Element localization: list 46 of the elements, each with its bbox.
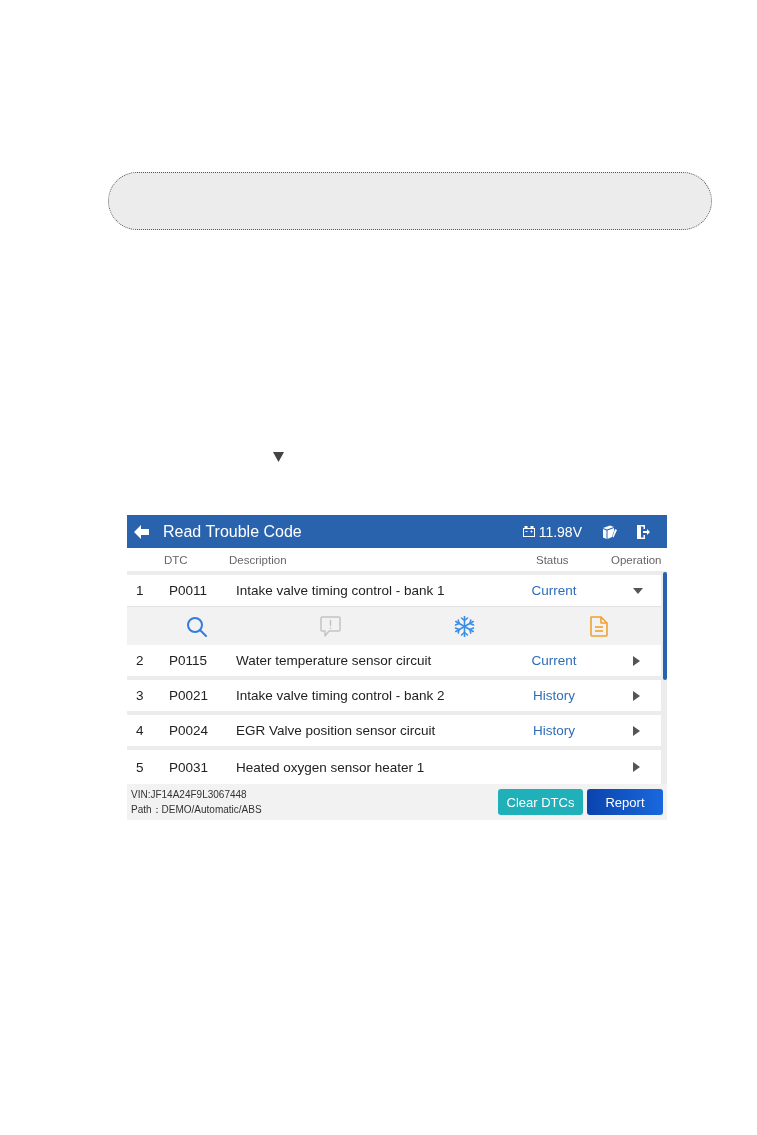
column-header: DTC (164, 553, 189, 566)
dtc-code: P0115 (169, 653, 209, 668)
snowflake-icon[interactable] (453, 615, 475, 637)
column-header: Description (229, 553, 288, 566)
table-row[interactable]: 5 P0031 Heated oxygen sensor heater 1 (127, 750, 661, 784)
scrollbar-thumb[interactable] (663, 572, 667, 680)
path-text: Path：DEMO/Automatic/ABS (131, 803, 262, 817)
table-row[interactable]: 4 P0024 EGR Valve position sensor circuit History (127, 715, 661, 746)
dtc-code: P0031 (169, 759, 210, 775)
voltage-reading: 11.98V (538, 523, 582, 540)
caret-down-icon[interactable] (633, 587, 643, 594)
column-header: Operation (611, 553, 663, 566)
description-text: Heated oxygen sensor heater 1 (236, 759, 426, 775)
dtc-code: P0024 (169, 723, 210, 738)
back-arrow-icon[interactable] (134, 524, 149, 539)
status-text: Current (531, 583, 577, 598)
exit-icon[interactable] (636, 524, 650, 539)
dtc-code: P0021 (169, 688, 210, 703)
screen-title: Read Trouble Code (163, 522, 302, 541)
table-row[interactable]: 2 P0115 Water temperature sensor circuit Current (127, 645, 661, 676)
triangle-icon (273, 452, 284, 462)
row-number: 1 (136, 583, 145, 598)
report-button[interactable]: Report (587, 789, 663, 815)
table-row[interactable]: 3 P0021 Intake valve timing control - bank 2 History (127, 680, 661, 711)
search-icon[interactable] (185, 615, 207, 637)
caret-right-icon[interactable] (633, 725, 640, 736)
description-text: EGR Valve position sensor circuit (236, 723, 437, 738)
status-text: Current (531, 653, 577, 668)
caret-right-icon[interactable] (633, 690, 640, 701)
column-header: Status (536, 553, 570, 566)
battery-icon (522, 526, 535, 537)
table-row[interactable]: 1 P0011 Intake valve timing control - bank 1 Current (127, 575, 661, 606)
vin-text: VIN:JF14A24F9L3067448 (131, 788, 247, 802)
description-text: Water temperature sensor circuit (236, 653, 433, 668)
box-icon[interactable] (603, 524, 617, 539)
caret-right-icon[interactable] (633, 762, 640, 772)
row-number: 5 (136, 759, 145, 775)
row-number: 4 (136, 723, 145, 738)
row-number: 3 (136, 688, 145, 703)
description-text: Intake valve timing control - bank 2 (236, 688, 446, 703)
row-number: 2 (136, 653, 145, 668)
description-text: Intake valve timing control - bank 1 (236, 583, 446, 598)
status-text: History (533, 723, 575, 738)
caret-right-icon[interactable] (633, 655, 640, 666)
dtc-code: P0011 (169, 583, 209, 598)
status-text: History (533, 688, 575, 703)
